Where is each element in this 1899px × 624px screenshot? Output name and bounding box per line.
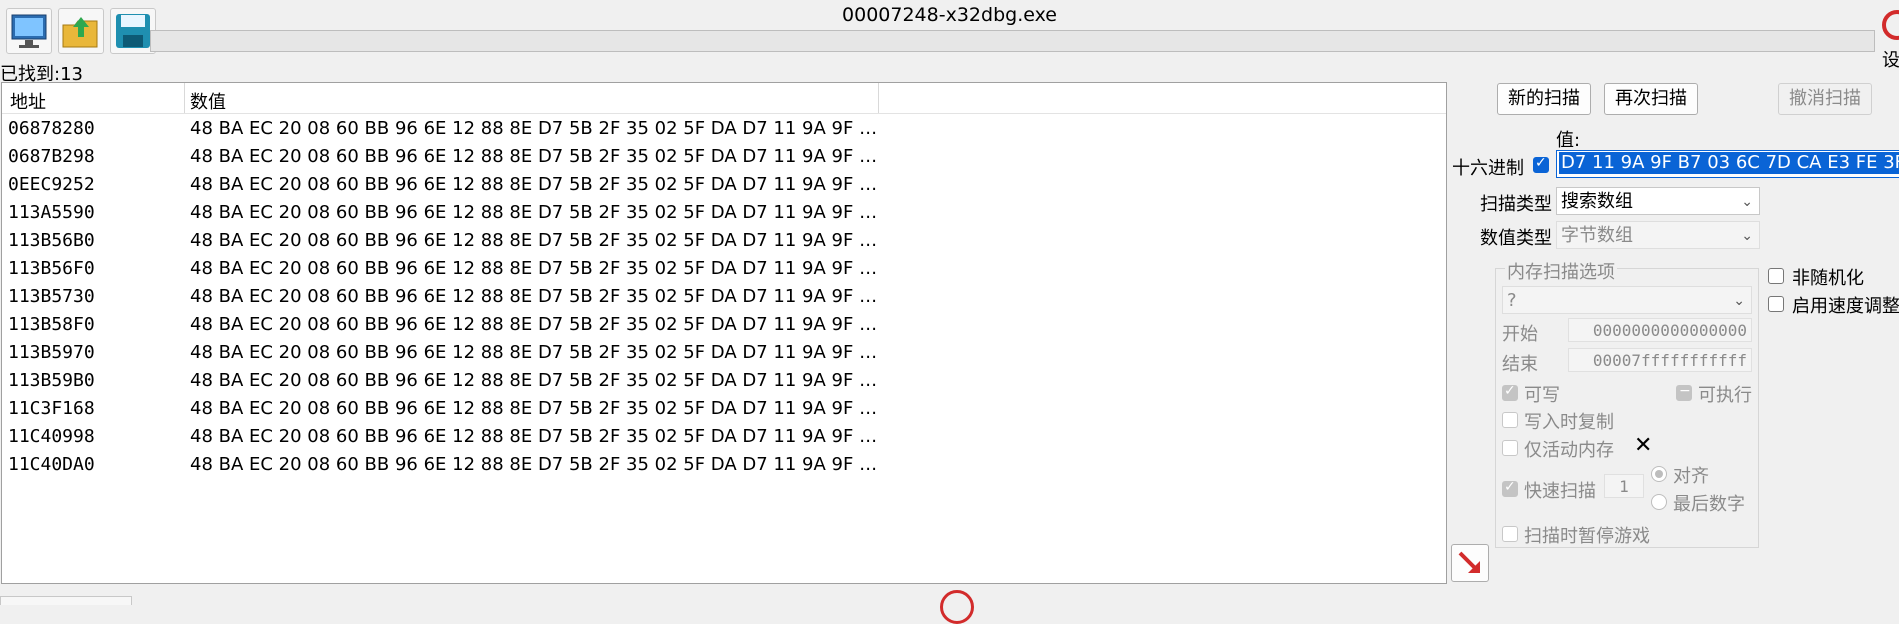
scan-type-label: 扫描类型 [1480,194,1552,215]
last-digits-label: 最后数字 [1673,494,1745,515]
row-address: 113A5590 [8,202,95,223]
row-value: 48 BA EC 20 08 60 BB 96 6E 12 88 8E D7 5… [190,174,880,195]
window-title: 00007248-x32dbg.exe [842,4,1057,26]
memory-region-select[interactable]: ? ⌄ [1502,286,1752,314]
arrow-down-right-icon [1458,551,1480,573]
last-digits-radio[interactable] [1651,494,1667,510]
start-address-input[interactable]: 0000000000000000 [1568,318,1752,342]
row-value: 48 BA EC 20 08 60 BB 96 6E 12 88 8E D7 5… [190,118,880,139]
column-separator[interactable] [878,83,879,113]
pause-game-checkbox[interactable] [1502,526,1518,542]
alignment-radio[interactable] [1651,466,1667,482]
table-row[interactable]: 113B56B0 48 BA EC 20 08 60 BB 96 6E 12 88… [2,227,1446,255]
row-value: 48 BA EC 20 08 60 BB 96 6E 12 88 8E D7 5… [190,426,880,447]
copy-on-write-label: 写入时复制 [1524,412,1614,433]
table-row[interactable]: 0687B298 48 BA EC 20 08 60 BB 96 6E 12 88… [2,143,1446,171]
speedhack-label: 启用速度调整 [1792,296,1899,317]
row-value: 48 BA EC 20 08 60 BB 96 6E 12 88 8E D7 5… [190,454,880,475]
table-row[interactable]: 11C40DA0 48 BA EC 20 08 60 BB 96 6E 12 88… [2,451,1446,479]
row-address: 113B5970 [8,342,95,363]
row-address: 113B59B0 [8,370,95,391]
scan-progress-bar [150,30,1875,52]
next-scan-button[interactable]: 再次扫描 [1604,83,1698,115]
active-memory-label: 仅活动内存 [1524,440,1614,461]
close-icon[interactable]: ✕ [1634,433,1652,458]
executable-checkbox[interactable] [1676,383,1692,401]
settings-label[interactable]: 设 [1882,46,1899,72]
row-value: 48 BA EC 20 08 60 BB 96 6E 12 88 8E D7 5… [190,370,880,391]
column-value[interactable]: 数值 [190,88,226,114]
row-value: 48 BA EC 20 08 60 BB 96 6E 12 88 8E D7 5… [190,146,880,167]
new-scan-button[interactable]: 新的扫描 [1497,83,1591,115]
table-row[interactable]: 0EEC9252 48 BA EC 20 08 60 BB 96 6E 12 88… [2,171,1446,199]
table-row[interactable]: 113B5970 48 BA EC 20 08 60 BB 96 6E 12 88… [2,339,1446,367]
row-address: 06878280 [8,118,95,139]
table-row[interactable]: 11C40998 48 BA EC 20 08 60 BB 96 6E 12 88… [2,423,1446,451]
row-value: 48 BA EC 20 08 60 BB 96 6E 12 88 8E D7 5… [190,342,880,363]
table-row[interactable]: 113B58F0 48 BA EC 20 08 60 BB 96 6E 12 88… [2,311,1446,339]
copy-on-write-checkbox[interactable] [1502,412,1518,428]
pause-game-label: 扫描时暂停游戏 [1524,526,1650,547]
results-list[interactable]: 地址 数值 06878280 48 BA EC 20 08 60 BB 96 6E… [1,82,1447,584]
value-type-select[interactable]: 字节数组 ⌄ [1556,221,1760,249]
executable-label: 可执行 [1698,385,1752,406]
row-address: 113B56B0 [8,230,95,251]
fast-scan-label: 快速扫描 [1524,481,1596,502]
scan-type-select[interactable]: 搜索数组 ⌄ [1556,187,1760,215]
value-type-value: 字节数组 [1561,225,1633,246]
row-address: 11C40DA0 [8,454,95,475]
add-to-list-button[interactable] [1451,544,1489,582]
row-address: 11C3F168 [8,398,95,419]
table-row[interactable]: 113B56F0 48 BA EC 20 08 60 BB 96 6E 12 88… [2,255,1446,283]
unrandomizer-label: 非随机化 [1792,268,1864,289]
value-type-label: 数值类型 [1480,228,1552,249]
hex-checkbox[interactable] [1533,155,1549,173]
fast-scan-input[interactable]: 1 [1604,474,1644,498]
chevron-down-icon: ⌄ [1741,194,1753,210]
chevron-down-icon: ⌄ [1733,293,1745,309]
stop-address-input[interactable]: 00007fffffffffff [1568,348,1752,372]
bottom-panel-button[interactable] [0,596,132,605]
row-value: 48 BA EC 20 08 60 BB 96 6E 12 88 8E D7 5… [190,398,880,419]
column-separator[interactable] [184,83,185,113]
results-header: 地址 数值 [2,83,1446,114]
memory-view-icon[interactable] [940,590,974,624]
value-input[interactable]: D7 11 9A 9F B7 03 6C 7D CA E3 FE 3F 0 [1556,150,1899,178]
undo-scan-button[interactable]: 撤消扫描 [1778,83,1872,115]
table-row[interactable]: 113B5730 48 BA EC 20 08 60 BB 96 6E 12 88… [2,283,1446,311]
row-address: 113B56F0 [8,258,95,279]
row-address: 113B58F0 [8,314,95,335]
row-value: 48 BA EC 20 08 60 BB 96 6E 12 88 8E D7 5… [190,202,880,223]
table-row[interactable]: 06878280 48 BA EC 20 08 60 BB 96 6E 12 88… [2,115,1446,143]
settings-logo[interactable] [1882,10,1899,40]
memory-region-value: ? [1507,290,1517,311]
row-value: 48 BA EC 20 08 60 BB 96 6E 12 88 8E D7 5… [190,286,880,307]
row-address: 0EEC9252 [8,174,95,195]
table-row[interactable]: 11C3F168 48 BA EC 20 08 60 BB 96 6E 12 88… [2,395,1446,423]
writable-label: 可写 [1524,385,1560,406]
stop-label: 结束 [1502,354,1538,375]
active-memory-checkbox[interactable] [1502,440,1518,456]
table-row[interactable]: 113A5590 48 BA EC 20 08 60 BB 96 6E 12 88… [2,199,1446,227]
chevron-down-icon: ⌄ [1741,228,1753,244]
alignment-label: 对齐 [1673,466,1709,487]
row-address: 11C40998 [8,426,95,447]
hex-label: 十六进制 [1452,158,1524,179]
memory-options-title: 内存扫描选项 [1505,258,1617,284]
speedhack-checkbox[interactable] [1768,296,1784,312]
value-label: 值: [1556,130,1581,151]
row-value: 48 BA EC 20 08 60 BB 96 6E 12 88 8E D7 5… [190,230,880,251]
fast-scan-checkbox[interactable] [1502,479,1518,497]
row-address: 0687B298 [8,146,95,167]
row-value: 48 BA EC 20 08 60 BB 96 6E 12 88 8E D7 5… [190,258,880,279]
column-address[interactable]: 地址 [10,88,46,114]
value-input-text: D7 11 9A 9F B7 03 6C 7D CA E3 FE 3F 0 [1559,152,1899,174]
row-value: 48 BA EC 20 08 60 BB 96 6E 12 88 8E D7 5… [190,314,880,335]
row-address: 113B5730 [8,286,95,307]
table-row[interactable]: 113B59B0 48 BA EC 20 08 60 BB 96 6E 12 88… [2,367,1446,395]
unrandomizer-checkbox[interactable] [1768,268,1784,284]
writable-checkbox[interactable] [1502,383,1518,401]
scan-type-value: 搜索数组 [1561,191,1633,212]
start-label: 开始 [1502,324,1538,345]
